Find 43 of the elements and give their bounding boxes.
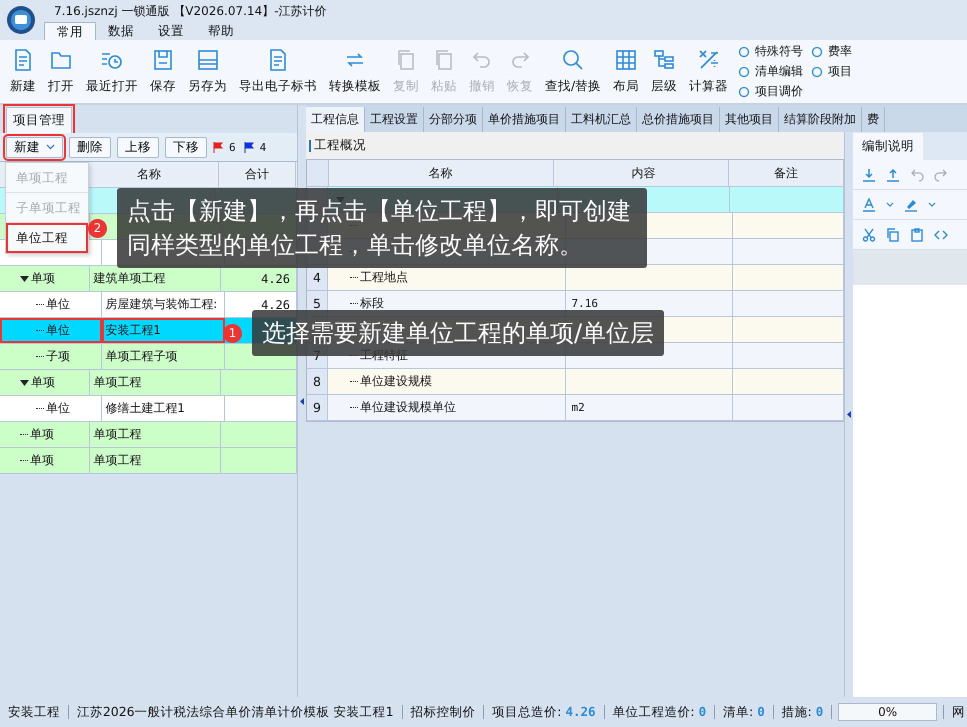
table-cell: 7.16 xyxy=(572,297,598,310)
table-cell: 单项工程 xyxy=(93,374,142,391)
status-item: 项目总造价: 4.26 xyxy=(491,704,597,720)
progress-bar: 0% xyxy=(838,703,938,721)
table-cell: 4.26 xyxy=(261,298,290,312)
status-item: 招标控制价 xyxy=(409,704,476,720)
table-cell: m2 xyxy=(572,401,585,414)
table-cell: 单项工程 xyxy=(93,426,142,443)
window-title: 7.16.jsznzj 一锁通版 【V2026.07.14】-江苏计价 xyxy=(53,3,327,20)
status-item: 措施: 0 xyxy=(780,704,824,720)
row-type: 子项 xyxy=(46,348,70,365)
row-type: 单位 xyxy=(46,296,70,313)
row-type: 单项 xyxy=(30,452,54,469)
status-item: 江苏2026一般计税法综合单价清单计价模板 安装工程1 xyxy=(76,704,395,720)
flag-count: 6 xyxy=(229,140,236,154)
table-cell: 单项工程 xyxy=(93,452,142,469)
table-cell: 建筑单项工程 xyxy=(93,270,166,287)
status-item: 单位工程造价: 0 xyxy=(611,704,708,720)
status-item: 网 xyxy=(951,704,966,720)
table-cell: 修缮土建工程1 xyxy=(105,400,185,417)
status-item: 清单: 0 xyxy=(722,704,766,720)
row-type: 单项 xyxy=(31,374,55,391)
section-title: 工程概况 xyxy=(314,137,366,154)
status-item: 安装工程 xyxy=(7,704,61,720)
row-type: 单项 xyxy=(30,426,54,443)
table-cell: 工程地点 xyxy=(360,269,408,286)
column-header: 名称 xyxy=(328,160,554,186)
column-header: 内容 xyxy=(554,160,729,186)
table-cell: 4.26 xyxy=(261,272,290,286)
table-cell: 单位建设规模 xyxy=(360,373,432,390)
row-number: 8 xyxy=(307,369,328,394)
table-cell: 安装工程1 xyxy=(105,322,161,339)
table-cell: 房屋建筑与装饰工程: xyxy=(105,296,218,313)
flag-count: 4 xyxy=(260,140,266,154)
row-type: 单位 xyxy=(46,322,70,339)
row-type: 单位 xyxy=(46,400,70,417)
table-cell: 单项工程子项 xyxy=(105,348,178,365)
column-header: 合计 xyxy=(219,162,296,187)
instruction-tooltip: 点击【新建】，再点击【单位工程】，即可创建同样类型的单位工程，单击修改单位名称。 xyxy=(117,188,647,268)
table-cell: 标段 xyxy=(360,295,384,312)
table-cell: 单位建设规模单位 xyxy=(360,399,456,416)
row-number: 9 xyxy=(307,395,328,420)
row-type: 单项 xyxy=(31,270,55,287)
